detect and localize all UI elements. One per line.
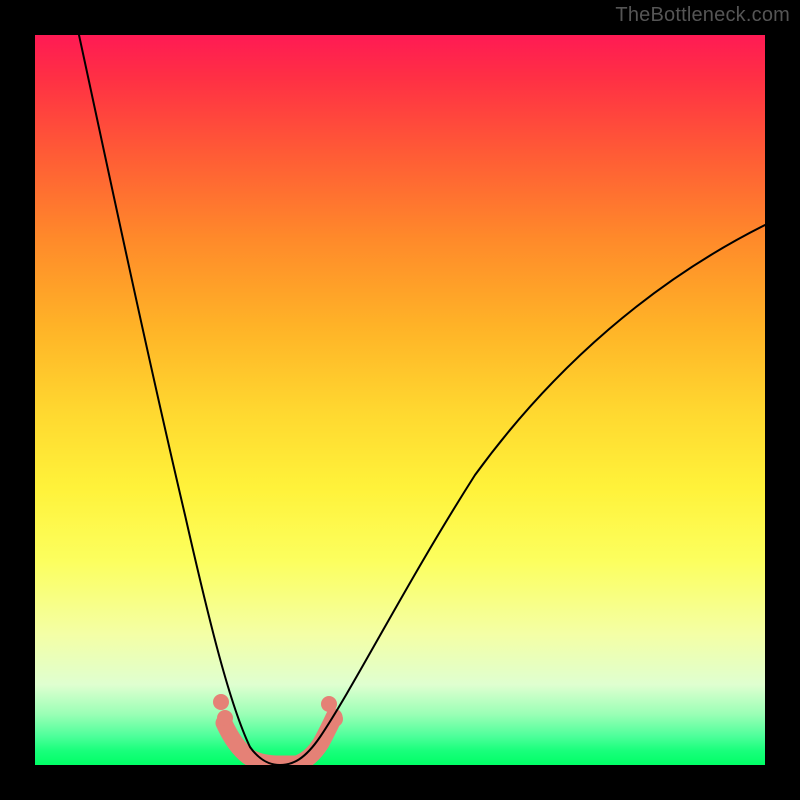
watermark-text: TheBottleneck.com bbox=[615, 4, 790, 27]
curve-right-arm bbox=[280, 225, 765, 765]
curve-layer bbox=[35, 35, 765, 765]
chart-frame: TheBottleneck.com bbox=[0, 0, 800, 800]
accent-dot-left-upper bbox=[213, 694, 229, 710]
plot-area bbox=[35, 35, 765, 765]
accent-dot-right-upper bbox=[321, 696, 337, 712]
accent-dot-left-lower bbox=[217, 710, 233, 726]
curve-left-arm bbox=[79, 35, 280, 765]
